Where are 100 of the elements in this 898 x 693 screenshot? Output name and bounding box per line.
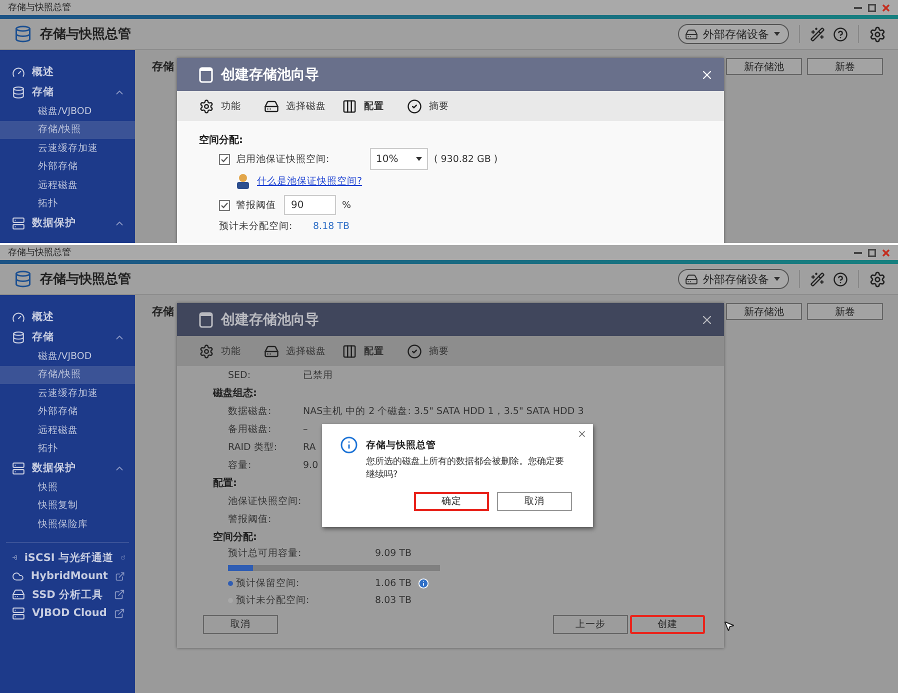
field-value: 9.0 <box>303 460 318 470</box>
sidebar-section[interactable]: 存储 <box>0 327 135 347</box>
field-label: 备用磁盘: <box>228 422 272 436</box>
sidebar-section[interactable]: 存储 <box>0 82 135 102</box>
sidebar-item[interactable]: 拓扑 <box>0 194 135 213</box>
section-heading: 空间分配: <box>199 134 243 147</box>
field-label: 警报阈值 <box>236 198 277 212</box>
settings-icon[interactable] <box>869 26 886 42</box>
sidebar-item[interactable]: 外部存储 <box>0 402 135 421</box>
value-text: 8.18 TB <box>313 220 350 232</box>
helper-figure-icon <box>235 173 251 189</box>
sidebar-item[interactable]: 远程磁盘 <box>0 176 135 194</box>
gauge-icon <box>12 66 25 78</box>
checkbox[interactable] <box>219 200 230 210</box>
wizard-step: 摘要 <box>429 344 449 358</box>
wizard-title: 创建存储池向导 <box>221 310 320 328</box>
sidebar-link[interactable]: VJBOD Cloud <box>0 604 135 622</box>
sidebar-item[interactable]: 存储/快照 <box>0 366 135 384</box>
database-icon <box>12 86 25 98</box>
wand-icon[interactable] <box>810 26 825 42</box>
confirm-button[interactable]: 确定 <box>414 492 489 511</box>
field-label: 预计总可用容量: <box>228 547 302 560</box>
unit-label: % <box>342 200 352 210</box>
field-label: 启用池保证快照空间: <box>236 152 330 166</box>
close-icon[interactable] <box>882 248 890 256</box>
caret-icon <box>774 277 780 281</box>
server-icon <box>12 216 25 230</box>
field-label: 池保证快照空间: <box>228 494 302 508</box>
step-icon <box>199 98 214 114</box>
close-icon[interactable] <box>577 429 587 439</box>
sidebar-section[interactable]: 概述 <box>0 307 135 327</box>
sidebar-section[interactable]: 概述 <box>0 62 135 82</box>
sidebar-link[interactable]: iSCSI 与光纤通道 <box>0 548 135 567</box>
sidebar-section[interactable]: 数据保护 <box>0 458 135 478</box>
sidebar-link[interactable]: HybridMount <box>0 567 135 586</box>
gauge-icon <box>12 310 25 324</box>
legend-label: 预计未分配空间: <box>236 594 310 607</box>
field-label: SED: <box>228 370 252 380</box>
new-pool-button[interactable]: 新存储池 <box>726 58 802 75</box>
window-title: 存储与快照总管 <box>8 246 71 259</box>
step-icon <box>342 98 357 114</box>
wizard-step: 选择磁盘 <box>286 344 326 358</box>
window-title: 存储与快照总管 <box>8 2 71 14</box>
external-storage-button[interactable]: 外部存储设备 <box>678 24 789 44</box>
sidebar-item[interactable]: 快照复制 <box>0 496 135 515</box>
percent-select[interactable]: 10% <box>370 148 428 170</box>
sidebar-item[interactable]: 快照保险库 <box>0 515 135 534</box>
cancel-button[interactable]: 取消 <box>497 492 572 511</box>
caret-icon <box>774 32 780 36</box>
sidebar-item[interactable]: 云速缓存加速 <box>0 384 135 402</box>
hard-drive-icon <box>685 272 698 286</box>
page-heading: 存储 <box>152 59 174 74</box>
new-pool-button[interactable]: 新存储池 <box>726 303 802 320</box>
wizard-step: 功能 <box>221 344 241 358</box>
section-heading: 空间分配: <box>213 530 257 544</box>
sidebar-item[interactable]: 磁盘/VJBOD <box>0 102 135 120</box>
cancel-button[interactable]: 取消 <box>203 615 278 634</box>
maximize-icon[interactable] <box>868 248 876 256</box>
field-label: RAID 类型: <box>228 440 278 454</box>
close-icon[interactable] <box>882 4 890 12</box>
new-volume-button[interactable]: 新卷 <box>807 303 883 320</box>
wizard-step: 配置 <box>364 344 384 358</box>
sidebar-item[interactable]: 磁盘/VJBOD <box>0 347 135 366</box>
new-volume-button[interactable]: 新卷 <box>807 58 883 75</box>
sidebar-item[interactable]: 远程磁盘 <box>0 421 135 440</box>
maximize-icon[interactable] <box>868 4 876 12</box>
external-storage-button[interactable]: 外部存储设备 <box>678 269 789 289</box>
wizard-step: 配置 <box>364 100 384 112</box>
wizard-step: 功能 <box>221 100 241 112</box>
settings-icon[interactable] <box>869 270 886 288</box>
wand-icon[interactable] <box>810 272 825 286</box>
back-button[interactable]: 上一步 <box>553 615 628 634</box>
help-icon[interactable] <box>833 272 848 286</box>
external-link-icon[interactable] <box>114 570 125 582</box>
help-link[interactable]: 什么是池保证快照空间? <box>257 174 362 188</box>
sidebar-item[interactable]: 外部存储 <box>0 158 135 176</box>
field-value: RA <box>303 442 316 452</box>
wizard-icon <box>199 66 213 82</box>
help-icon[interactable] <box>833 26 848 42</box>
sidebar-section[interactable]: 数据保护 <box>0 213 135 233</box>
external-link-icon[interactable] <box>114 589 125 600</box>
section-heading: 磁盘组态: <box>213 386 257 400</box>
threshold-input[interactable]: 90 <box>284 195 336 215</box>
create-button[interactable]: 创建 <box>630 615 705 634</box>
app-title: 存储与快照总管 <box>40 26 131 43</box>
dialog-title: 存储与快照总管 <box>366 439 437 452</box>
field-value: 已禁用 <box>303 368 333 382</box>
wizard-step: 选择磁盘 <box>286 100 326 112</box>
app-logo-icon <box>14 25 32 43</box>
sidebar-item[interactable]: 存储/快照 <box>0 120 135 139</box>
dialog-message: 您所选的磁盘上所有的数据都会被删除。您确定要继续吗? <box>366 456 565 482</box>
step-icon <box>407 98 422 114</box>
sidebar-item[interactable]: 快照 <box>0 478 135 496</box>
checkbox[interactable] <box>219 154 230 164</box>
sidebar-item[interactable]: 拓扑 <box>0 440 135 458</box>
external-link-icon[interactable] <box>114 608 125 619</box>
field-value: – <box>303 424 308 434</box>
sidebar-item[interactable]: 云速缓存加速 <box>0 139 135 158</box>
info-icon[interactable] <box>418 578 428 589</box>
sidebar-link[interactable]: SSD 分析工具 <box>0 586 135 604</box>
